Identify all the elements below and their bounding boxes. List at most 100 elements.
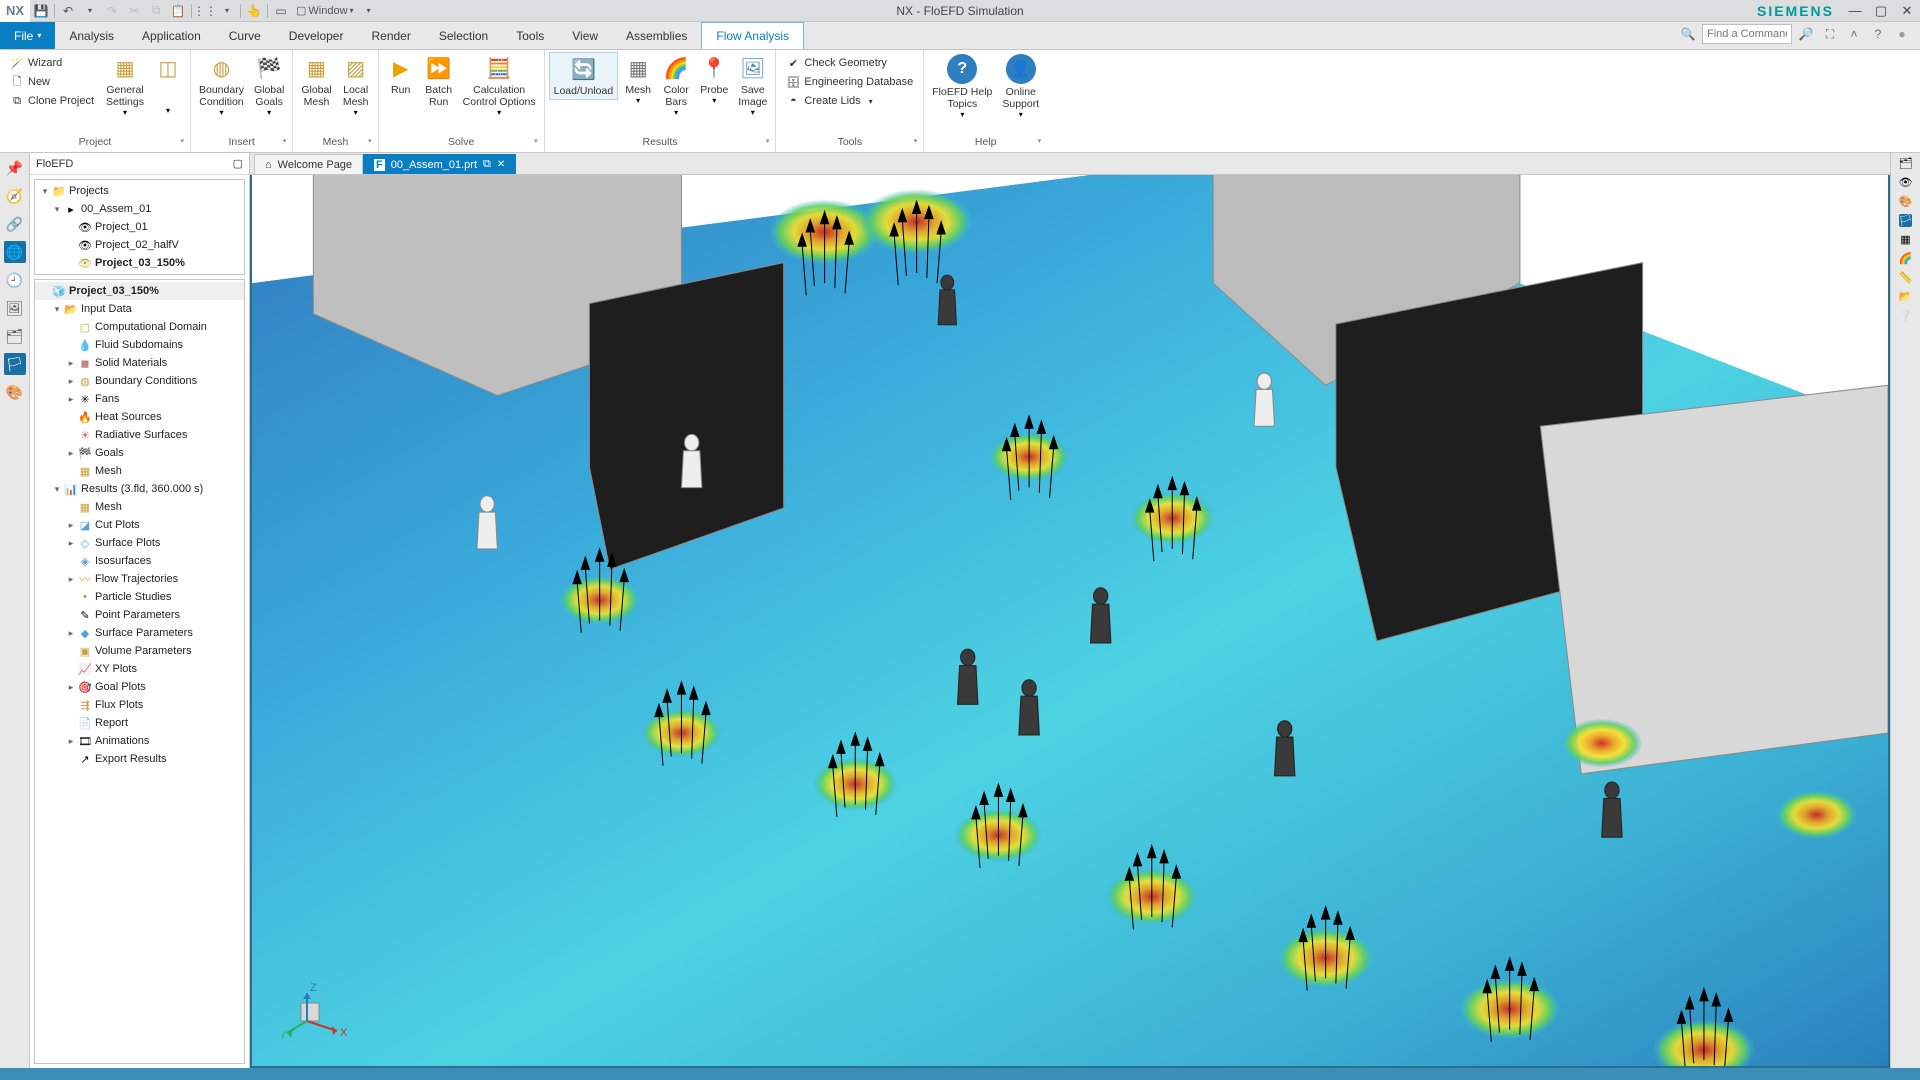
point-parameters-node[interactable]: ✎Point Parameters bbox=[35, 606, 244, 624]
project-node-active[interactable]: 👁Project_03_150% bbox=[35, 254, 244, 272]
link-icon[interactable]: 🔗 bbox=[4, 213, 26, 235]
heat-sources-node[interactable]: 🔥Heat Sources bbox=[35, 408, 244, 426]
minimize-button[interactable]: — bbox=[1842, 0, 1868, 22]
undo-icon[interactable]: ↶ bbox=[57, 0, 79, 22]
nav-icon[interactable]: 🧭 bbox=[4, 185, 26, 207]
clock-icon[interactable]: 🕘 bbox=[4, 269, 26, 291]
paste-icon[interactable]: 📋 bbox=[167, 0, 189, 22]
goals-node[interactable]: ▸🏁Goals bbox=[35, 444, 244, 462]
file-menu[interactable]: File bbox=[0, 22, 55, 49]
grip-icon[interactable]: ⋮⋮ bbox=[194, 0, 216, 22]
global-goals-button[interactable]: 🏁Global Goals▾ bbox=[250, 52, 288, 119]
general-settings-button[interactable]: ▦General Settings▾ bbox=[102, 52, 148, 119]
measure-icon[interactable]: 📏 bbox=[1899, 271, 1913, 284]
xy-plots-node[interactable]: 📈XY Plots bbox=[35, 660, 244, 678]
close-button[interactable]: ✕ bbox=[1894, 0, 1920, 22]
animations-node[interactable]: ▸🎞Animations bbox=[35, 732, 244, 750]
flag-icon[interactable]: 🏳 bbox=[4, 353, 26, 375]
global-mesh-button[interactable]: ▦Global Mesh bbox=[297, 52, 335, 110]
isosurfaces-node[interactable]: ◈Isosurfaces bbox=[35, 552, 244, 570]
surface-plots-node[interactable]: ▸◇Surface Plots bbox=[35, 534, 244, 552]
layers-icon[interactable]: 🗂 bbox=[1899, 157, 1913, 170]
save-image-button[interactable]: 🖼Save Image▾ bbox=[734, 52, 771, 119]
help-icon[interactable]: ? bbox=[1868, 24, 1888, 44]
open-icon[interactable]: 📂 bbox=[1899, 290, 1913, 303]
tab-close-icon[interactable]: ✕ bbox=[497, 159, 505, 170]
flux-plots-node[interactable]: ⇶Flux Plots bbox=[35, 696, 244, 714]
tab-assemblies[interactable]: Assemblies bbox=[612, 22, 701, 49]
goal-plots-node[interactable]: ▸🎯Goal Plots bbox=[35, 678, 244, 696]
copy-icon[interactable]: ⧉ bbox=[145, 0, 167, 22]
tab-developer[interactable]: Developer bbox=[275, 22, 358, 49]
coordinate-triad[interactable]: X Y Z bbox=[282, 966, 362, 1046]
assembly-tab[interactable]: F00_Assem_01.prt⧉✕ bbox=[363, 154, 516, 174]
globe-icon[interactable]: 🌐 bbox=[4, 241, 26, 263]
grip-dropdown-icon[interactable]: ▾ bbox=[216, 0, 238, 22]
solid-materials-node[interactable]: ▸◼Solid Materials bbox=[35, 354, 244, 372]
grid-icon[interactable]: ▦ bbox=[1900, 233, 1910, 246]
layers-icon[interactable]: 🗂 bbox=[4, 325, 26, 347]
run-button[interactable]: ▶Run bbox=[383, 52, 419, 98]
tab-selection[interactable]: Selection bbox=[425, 22, 502, 49]
mesh-node[interactable]: ▦Mesh bbox=[35, 462, 244, 480]
online-support-button[interactable]: 👤Online Support▾ bbox=[998, 52, 1043, 121]
record-icon[interactable]: ● bbox=[1892, 24, 1912, 44]
local-mesh-button[interactable]: ▨Local Mesh▾ bbox=[338, 52, 374, 119]
particle-studies-node[interactable]: •Particle Studies bbox=[35, 588, 244, 606]
image-icon[interactable]: 🖼 bbox=[4, 297, 26, 319]
create-lids-button[interactable]: ◓Create Lids▾ bbox=[782, 92, 917, 110]
palette-icon[interactable]: 🎨 bbox=[4, 381, 26, 403]
results-node[interactable]: ▾📊Results (3.fld, 360.000 s) bbox=[35, 480, 244, 498]
boundary-conditions-node[interactable]: ▸◍Boundary Conditions bbox=[35, 372, 244, 390]
wizard-button[interactable]: 🪄Wizard bbox=[6, 54, 98, 72]
fans-node[interactable]: ▸✳Fans bbox=[35, 390, 244, 408]
project-node[interactable]: 👁Project_01 bbox=[35, 218, 244, 236]
input-data-node[interactable]: ▾📂Input Data bbox=[35, 300, 244, 318]
color-bars-button[interactable]: 🌈Color Bars▾ bbox=[658, 52, 694, 119]
pin-icon[interactable]: 📌 bbox=[4, 157, 26, 179]
tree-root[interactable]: 🧊Project_03_150% bbox=[35, 282, 244, 300]
search-go-icon[interactable]: 🔎 bbox=[1796, 24, 1816, 44]
flag2-icon[interactable]: 🏳 bbox=[1899, 214, 1913, 227]
tab-render[interactable]: Render bbox=[357, 22, 424, 49]
maximize-button[interactable]: ▢ bbox=[1868, 0, 1894, 22]
radiative-surfaces-node[interactable]: ☀Radiative Surfaces bbox=[35, 426, 244, 444]
save-icon[interactable]: 💾 bbox=[30, 0, 52, 22]
panel-options-icon[interactable]: ▢ bbox=[233, 157, 243, 170]
fullscreen-icon[interactable]: ⛶ bbox=[1820, 24, 1840, 44]
tab-application[interactable]: Application bbox=[128, 22, 215, 49]
probe-button[interactable]: 📍Probe▾ bbox=[696, 52, 732, 107]
tab-view[interactable]: View bbox=[558, 22, 612, 49]
window-menu[interactable]: ▢Window▾ bbox=[292, 0, 358, 22]
boundary-condition-button[interactable]: ◍Boundary Condition▾ bbox=[195, 52, 248, 119]
tab-analysis[interactable]: Analysis bbox=[55, 22, 128, 49]
tab-tools[interactable]: Tools bbox=[502, 22, 558, 49]
fluid-subdomains-node[interactable]: 💧Fluid Subdomains bbox=[35, 336, 244, 354]
collapse-ribbon-icon[interactable]: ˄ bbox=[1844, 24, 1864, 44]
comp-domain-node[interactable]: ▢Computational Domain bbox=[35, 318, 244, 336]
redo-icon[interactable]: ↷ bbox=[101, 0, 123, 22]
results-mesh-node[interactable]: ▦Mesh bbox=[35, 498, 244, 516]
cut-icon[interactable]: ✂ bbox=[123, 0, 145, 22]
overflow-icon[interactable]: ▾ bbox=[358, 0, 380, 22]
project-extra-button[interactable]: ◫▾ bbox=[150, 52, 186, 117]
undo-dropdown-icon[interactable]: ▾ bbox=[79, 0, 101, 22]
volume-parameters-node[interactable]: ▣Volume Parameters bbox=[35, 642, 244, 660]
render-mode-icon[interactable]: 🎨 bbox=[1899, 195, 1913, 208]
clone-project-button[interactable]: ⧉Clone Project bbox=[6, 92, 98, 110]
colorbar-icon[interactable]: 🌈 bbox=[1899, 252, 1913, 265]
flow-trajectories-node[interactable]: ▸〰Flow Trajectories bbox=[35, 570, 244, 588]
check-geometry-button[interactable]: ✔Check Geometry bbox=[782, 54, 917, 72]
tab-flow-analysis[interactable]: Flow Analysis bbox=[701, 22, 804, 49]
results-mesh-button[interactable]: ▦Mesh▾ bbox=[620, 52, 656, 107]
report-node[interactable]: 📄Report bbox=[35, 714, 244, 732]
project-node[interactable]: 👁Project_02_halfV bbox=[35, 236, 244, 254]
load-unload-button[interactable]: 🔄Load/Unload bbox=[549, 52, 619, 100]
window-list-icon[interactable]: ▭ bbox=[270, 0, 292, 22]
visibility-icon[interactable]: 👁 bbox=[1899, 176, 1913, 189]
cut-plots-node[interactable]: ▸◪Cut Plots bbox=[35, 516, 244, 534]
batch-run-button[interactable]: ⏩Batch Run bbox=[421, 52, 457, 110]
command-search-input[interactable] bbox=[1702, 24, 1792, 44]
surface-parameters-node[interactable]: ▸◆Surface Parameters bbox=[35, 624, 244, 642]
calc-options-button[interactable]: 🧮Calculation Control Options▾ bbox=[459, 52, 540, 119]
